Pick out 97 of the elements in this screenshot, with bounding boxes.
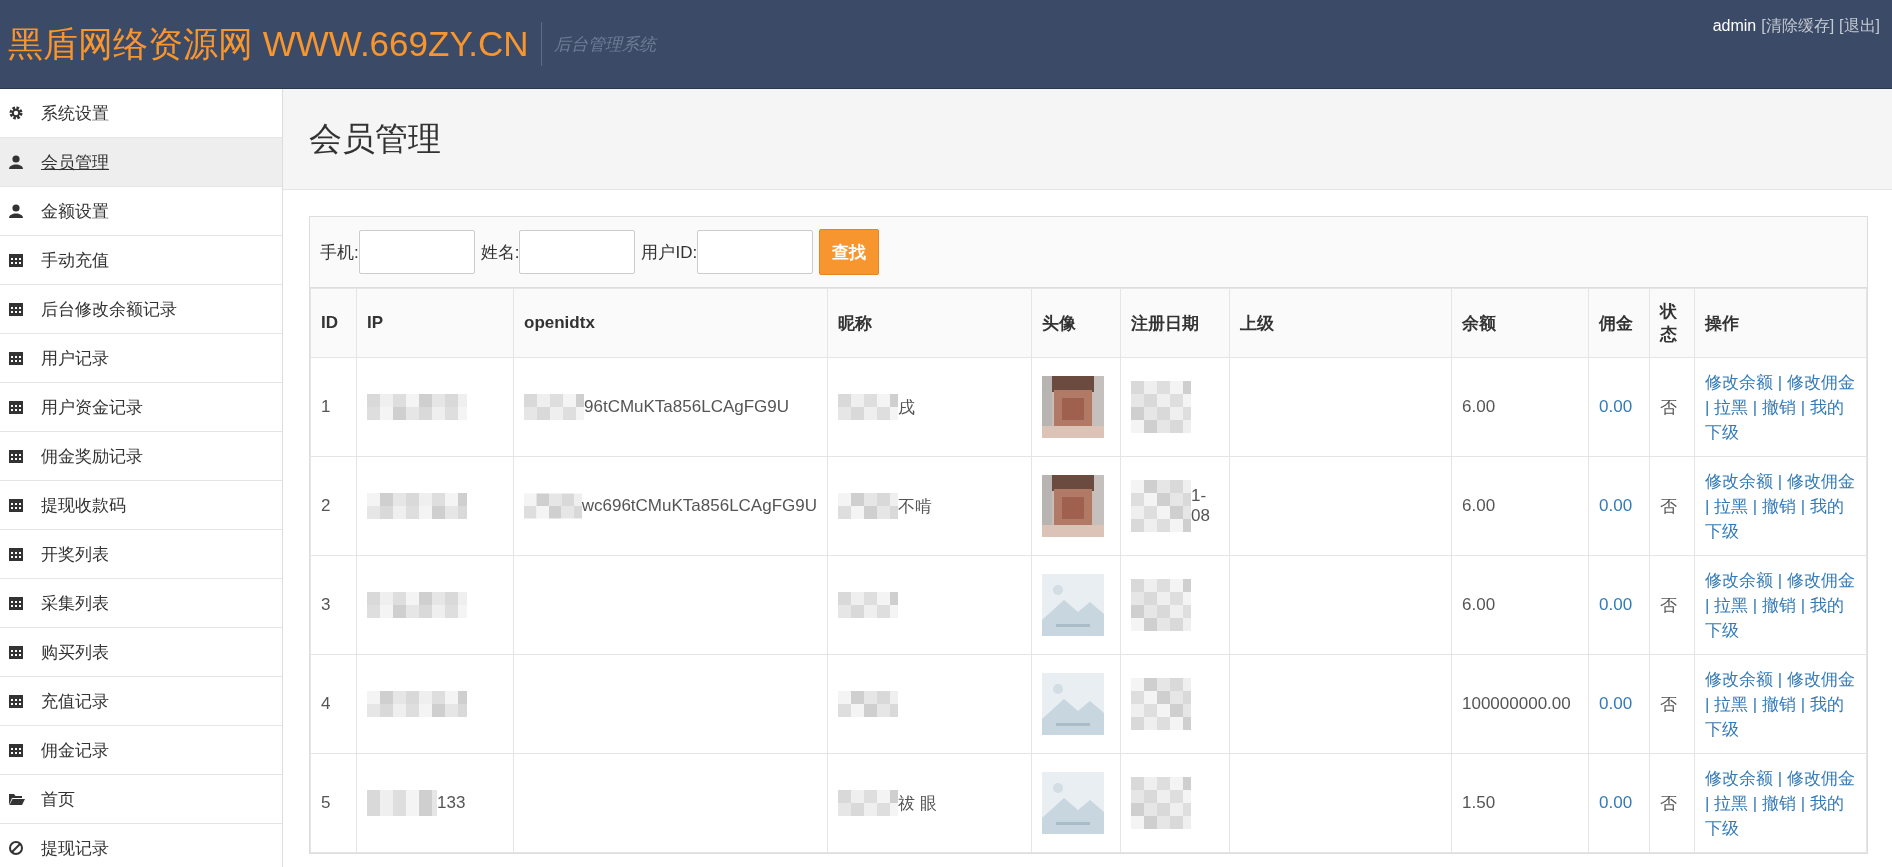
sidebar-item[interactable]: 采集列表 [0, 579, 282, 628]
sidebar-item[interactable]: 充值记录 [0, 677, 282, 726]
redaction-mosaic [1131, 579, 1191, 631]
sidebar-item[interactable]: 用户资金记录 [0, 383, 282, 432]
redaction-mosaic [1131, 678, 1191, 730]
sidebar-item[interactable]: 提现记录 [0, 824, 282, 867]
column-header: 余额 [1451, 288, 1589, 358]
column-header: 上级 [1229, 288, 1452, 358]
table-cell: 否 [1649, 753, 1695, 853]
calendar-icon [8, 448, 25, 464]
image-placeholder-icon [1042, 673, 1104, 735]
header-link[interactable]: [退出] [1839, 17, 1880, 34]
redaction-mosaic [1131, 480, 1191, 532]
table-cell: 否 [1649, 555, 1695, 655]
table-cell: 5 [310, 753, 357, 853]
redaction-mosaic [1131, 777, 1191, 829]
column-header: IP [356, 288, 514, 358]
table-cell: 133 [437, 793, 466, 813]
sidebar-item[interactable]: 佣金记录 [0, 726, 282, 775]
table-cell-text: 不啃 [898, 495, 932, 518]
column-header: openidtx [513, 288, 828, 358]
column-header: 状态 [1649, 288, 1695, 358]
table-cell: 否 [1649, 654, 1695, 754]
redaction-mosaic [838, 394, 898, 420]
calendar-icon [8, 399, 25, 415]
sidebar-item[interactable]: 佣金奖励记录 [0, 432, 282, 481]
sidebar-item[interactable]: 会员管理 [0, 138, 282, 187]
calendar-icon [8, 742, 25, 758]
table-cell: 08 [1191, 506, 1210, 526]
column-header: 昵称 [827, 288, 1032, 358]
table-cell: 否 [1649, 357, 1695, 457]
table-cell-text: 1- [1191, 486, 1208, 506]
redaction-mosaic [524, 493, 582, 519]
gear-icon [8, 105, 25, 121]
calendar-icon [8, 693, 25, 709]
ban-icon [8, 840, 25, 856]
table-cell-text: 祓 眼 [898, 792, 937, 815]
column-header: 操作 [1694, 288, 1867, 358]
calendar-icon [8, 497, 25, 513]
field-label: 姓名: [480, 241, 520, 264]
user-icon [8, 203, 25, 219]
sidebar-item[interactable]: 手动充值 [0, 236, 282, 285]
redaction-mosaic [524, 394, 584, 420]
table-cell: 6.00 [1451, 456, 1589, 556]
field-label: 手机: [320, 241, 359, 264]
commission-link[interactable]: 0.00 [1599, 397, 1633, 416]
calendar-icon [8, 350, 25, 366]
commission-link[interactable]: 0.00 [1599, 496, 1633, 515]
sidebar-item[interactable]: 后台修改余额记录 [0, 285, 282, 334]
table-cell: wc696tCMuKTa856LCAgFG9U [581, 496, 817, 516]
header-link[interactable]: [清除缓存] [1761, 17, 1835, 34]
table-cell: 3 [310, 555, 357, 655]
commission-link[interactable]: 0.00 [1599, 595, 1633, 614]
column-header: 头像 [1031, 288, 1121, 358]
commission-link[interactable]: 0.00 [1599, 793, 1633, 812]
redaction-mosaic [838, 493, 898, 519]
redaction-mosaic [838, 592, 898, 618]
column-header: ID [310, 288, 357, 358]
calendar-icon [8, 301, 25, 317]
table-cell: 4 [310, 654, 357, 754]
calendar-icon [8, 546, 25, 562]
sidebar-item[interactable]: 金额设置 [0, 187, 282, 236]
redaction-mosaic [367, 790, 437, 816]
redaction-mosaic [1131, 381, 1191, 433]
input-field[interactable] [697, 230, 814, 274]
input-field[interactable] [519, 230, 636, 274]
table-cell: 2 [310, 456, 357, 556]
sidebar-item[interactable]: 开奖列表 [0, 530, 282, 579]
column-header: 注册日期 [1120, 288, 1230, 358]
sidebar-item[interactable]: 用户记录 [0, 334, 282, 383]
sidebar-item[interactable]: 首页 [0, 775, 282, 824]
input-field[interactable] [358, 230, 475, 274]
table-cell: 否 [1649, 456, 1695, 556]
user-name: admin [1712, 17, 1757, 34]
table-cell: 6.00 [1451, 555, 1589, 655]
table-cell: 6.00 [1451, 357, 1589, 457]
sidebar-item[interactable]: 购买列表 [0, 628, 282, 677]
table-cell: 1.50 [1451, 753, 1589, 853]
site-logo[interactable]: 黑盾网络资源网 WWW.669ZY.CN [8, 22, 542, 66]
table-cell: 1 [310, 357, 357, 457]
redaction-mosaic [838, 691, 898, 717]
commission-link[interactable]: 0.00 [1599, 694, 1633, 713]
image-placeholder-icon [1042, 772, 1104, 834]
table-cell-text: 戌 [898, 396, 915, 419]
field-label: 用户ID: [641, 241, 698, 264]
sidebar-item[interactable]: 提现收款码 [0, 481, 282, 530]
user-icon [8, 154, 25, 170]
image-placeholder-icon [1042, 574, 1104, 636]
calendar-icon [8, 644, 25, 660]
calendar-icon [8, 595, 25, 611]
folder-icon [8, 791, 25, 807]
page-title: 会员管理 [309, 118, 441, 159]
table-cell: 100000000.00 [1451, 654, 1589, 754]
redaction-mosaic [838, 790, 898, 816]
table-cell: 96tCMuKTa856LCAgFG9U [584, 397, 790, 417]
calendar-icon [8, 252, 25, 268]
column-header: 佣金 [1588, 288, 1650, 358]
